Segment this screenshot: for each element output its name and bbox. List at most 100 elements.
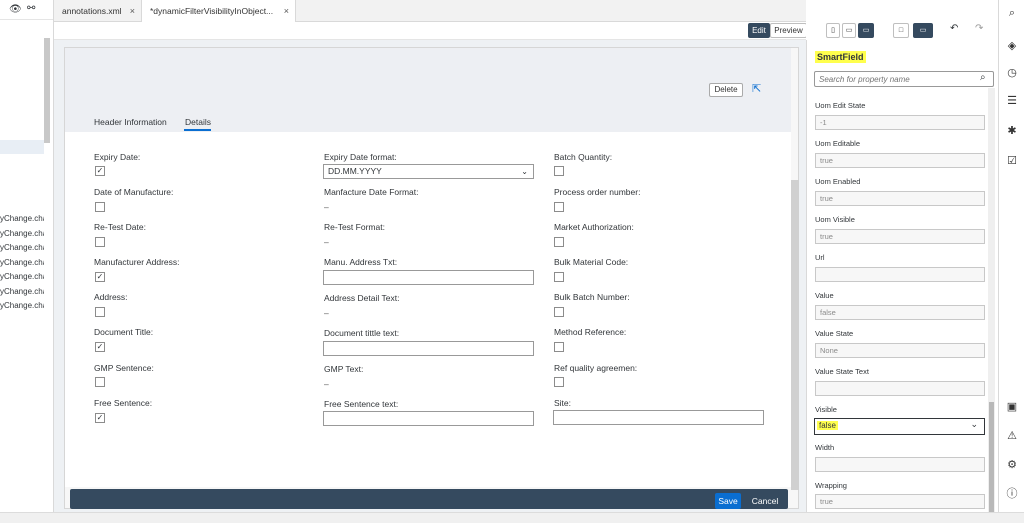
process-order-number-label: Process order number: — [554, 187, 641, 197]
details-section — [65, 132, 791, 487]
save-button[interactable]: Save — [715, 493, 741, 509]
property-label: Uom Editable — [815, 139, 861, 148]
site-label: Site: — [554, 398, 572, 408]
file-item[interactable]: yChange.cha — [0, 272, 44, 281]
re-test-date-checkbox[interactable] — [95, 237, 105, 247]
explorer-scrollbar[interactable] — [44, 38, 50, 143]
tab-annotations[interactable]: annotations.xml × — [54, 0, 142, 22]
manu-address-txt-input[interactable] — [323, 270, 534, 285]
property-label: Visible — [815, 405, 837, 414]
warning-icon[interactable]: ⚠ — [1005, 429, 1019, 443]
bulk-batch-number-checkbox[interactable] — [554, 307, 564, 317]
cozy-icon[interactable]: ▭ — [913, 23, 933, 38]
share-icon[interactable]: ⇱ — [752, 82, 761, 95]
property-label: Uom Visible — [815, 215, 855, 224]
market-authorization-checkbox[interactable] — [554, 237, 564, 247]
batch-quantity-checkbox[interactable] — [554, 166, 564, 176]
method-reference-checkbox[interactable] — [554, 342, 564, 352]
info-icon[interactable]: ⓘ — [1005, 487, 1019, 501]
manufacturer-address-checkbox[interactable]: ✓ — [95, 272, 105, 282]
bulk-material-code-label: Bulk Material Code: — [554, 257, 629, 267]
process-order-number-checkbox[interactable] — [554, 202, 564, 212]
manufacture-date-format-label: Manfacture Date Format: — [324, 187, 419, 197]
uom-editable-input[interactable]: true — [815, 153, 985, 168]
git-icon[interactable]: ◈ — [1005, 39, 1019, 53]
expiry-date-checkbox[interactable]: ✓ — [95, 166, 105, 176]
gmp-sentence-checkbox[interactable] — [95, 377, 105, 387]
tablet-icon[interactable]: ▭ — [842, 23, 856, 38]
outline-icon[interactable]: ☰ — [1005, 94, 1019, 108]
address-detail-text-value: – — [324, 308, 329, 318]
delete-button[interactable]: Delete — [709, 83, 743, 97]
visible-select[interactable]: false ⌄ — [814, 418, 985, 435]
tab-dynamic-filter[interactable]: *dynamicFilterVisibilityInObject... × — [142, 0, 296, 22]
re-test-format-label: Re-Test Format: — [324, 222, 385, 232]
document-title-checkbox[interactable]: ✓ — [95, 342, 105, 352]
canvas-scrollbar[interactable] — [791, 180, 799, 490]
uom-edit-state-input[interactable]: -1 — [815, 115, 985, 130]
undo-icon[interactable]: ↶ — [950, 23, 958, 34]
eye-icon[interactable]: 👁 — [9, 4, 22, 15]
file-item[interactable]: yChange.cha — [0, 243, 44, 252]
value-state-text-input[interactable] — [815, 381, 985, 396]
terminal-icon[interactable]: ▣ — [1005, 400, 1019, 414]
chevron-down-icon: ⌄ — [521, 167, 528, 176]
file-item[interactable]: yChange.cha — [0, 258, 44, 267]
ref-quality-agreement-checkbox[interactable] — [554, 377, 564, 387]
value-state-input[interactable]: None — [815, 343, 985, 358]
debug-icon[interactable]: ✱ — [1005, 124, 1019, 138]
file-item[interactable]: yChange.cha — [0, 229, 44, 238]
width-input[interactable] — [815, 457, 985, 472]
property-scrollbar-thumb[interactable] — [989, 402, 994, 520]
free-sentence-checkbox[interactable]: ✓ — [95, 413, 105, 423]
redo-icon[interactable]: ↷ — [975, 23, 983, 34]
re-test-date-label: Re-Test Date: — [94, 222, 146, 232]
property-label: Width — [815, 443, 835, 452]
search-icon[interactable]: ⌕ — [1005, 6, 1019, 20]
object-page-header — [65, 48, 791, 132]
url-input[interactable] — [815, 267, 985, 282]
file-item[interactable]: yChange.cha — [0, 287, 44, 296]
re-test-format-value: – — [324, 237, 329, 247]
file-item[interactable]: yChange.cha — [0, 214, 44, 223]
property-label: Uom Enabled — [815, 177, 861, 186]
uom-visible-input[interactable]: true — [815, 229, 985, 244]
close-icon[interactable]: × — [130, 0, 135, 22]
value-input[interactable]: false — [815, 305, 985, 320]
phone-icon[interactable]: ▯ — [826, 23, 840, 38]
uom-enabled-input[interactable]: true — [815, 191, 985, 206]
status-bar — [0, 512, 1024, 523]
tab-details[interactable]: Details — [185, 117, 211, 127]
explorer-selected-row[interactable] — [0, 140, 44, 154]
tab-label: annotations.xml — [62, 6, 122, 16]
expiry-date-format-select[interactable]: DD.MM.YYYY ⌄ — [323, 164, 534, 179]
document-title-text-input[interactable] — [323, 341, 534, 356]
cancel-button[interactable]: Cancel — [748, 493, 782, 509]
expiry-date-format-label: Expiry Date format: — [324, 152, 397, 162]
tab-header-information[interactable]: Header Information — [94, 117, 167, 127]
glasses-icon[interactable]: ⚯ — [27, 3, 35, 14]
date-of-manufacture-checkbox[interactable] — [95, 202, 105, 212]
compact-icon[interactable]: □ — [893, 23, 909, 38]
preview-button[interactable]: Preview — [770, 23, 807, 38]
free-sentence-text-input[interactable] — [323, 411, 534, 426]
property-search-input[interactable] — [814, 71, 994, 87]
file-item[interactable]: yChange.cha — [0, 301, 44, 310]
property-label: Uom Edit State — [815, 101, 866, 110]
address-checkbox[interactable] — [95, 307, 105, 317]
site-input[interactable] — [553, 410, 764, 425]
history-icon[interactable]: ◷ — [1005, 66, 1019, 80]
property-label: Value State Text — [815, 367, 869, 376]
edit-button[interactable]: Edit — [748, 23, 770, 38]
checklist-icon[interactable]: ☑ — [1005, 154, 1019, 168]
gmp-text-label: GMP Text: — [324, 364, 364, 374]
settings-icon[interactable]: ⚙ — [1005, 458, 1019, 472]
search-icon[interactable]: ⌕ — [980, 72, 986, 83]
gmp-text-value: – — [324, 379, 329, 389]
date-of-manufacture-label: Date of Manufacture: — [94, 187, 174, 197]
close-icon[interactable]: × — [284, 0, 289, 22]
desktop-icon[interactable]: ▭ — [858, 23, 874, 38]
gmp-sentence-label: GMP Sentence: — [94, 363, 154, 373]
wrapping-input[interactable]: true — [815, 494, 985, 509]
bulk-material-code-checkbox[interactable] — [554, 272, 564, 282]
